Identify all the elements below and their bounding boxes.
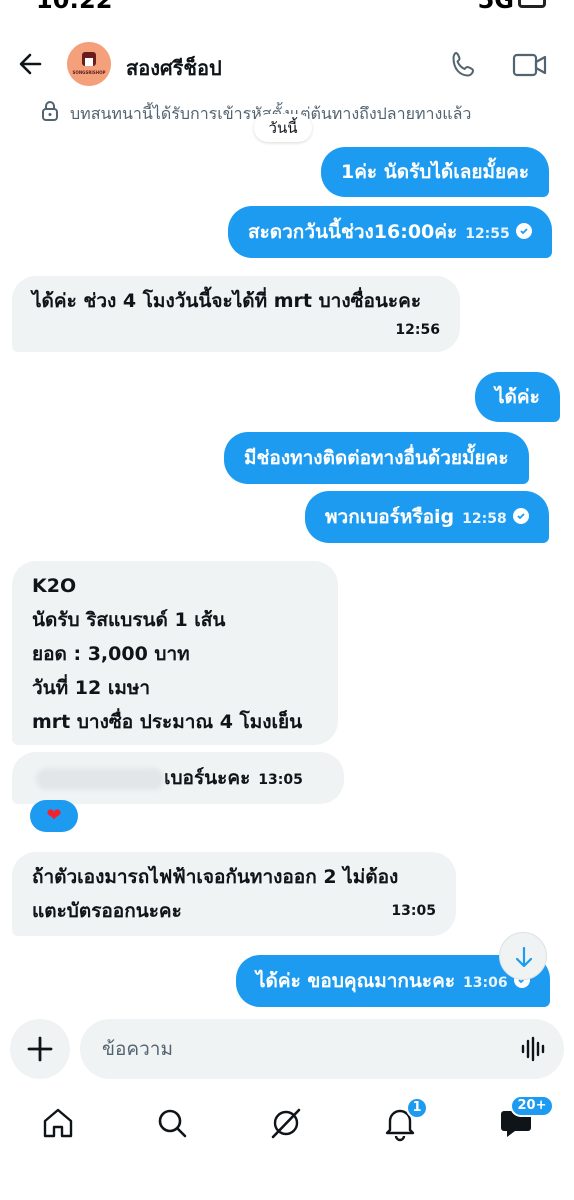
message-bubble-out[interactable]: มีช่องทางติดต่อทางอื่นด้วยมั้ยคะ [224,432,529,484]
date-separator: วันนี้ [254,114,312,142]
status-time: 10:22 [36,0,113,14]
message-time: 12:58 [462,511,507,527]
bottom-nav: 1 20+ [0,1095,574,1155]
compose-bar [0,1015,574,1085]
back-arrow-icon[interactable] [14,48,50,80]
message-text: ได้ค่ะ [495,386,540,408]
message-line: ยอด : 3,000 บาท [32,643,190,665]
message-input[interactable] [80,1019,564,1079]
phone-icon[interactable] [447,48,481,82]
message-bubble-in[interactable]: ได้ค่ะ ช่วง 4 โมงวันนี้จะได้ที่ mrt บางซ… [12,276,460,352]
message-text: พวกเบอร์หรือig [325,506,455,528]
messages-icon[interactable]: 20+ [496,1095,554,1143]
avatar[interactable]: SONGSRISHOP [67,42,111,86]
message-text: ได้ค่ะ ขอบคุณมากนะคะ [256,970,456,992]
plus-icon [27,1036,53,1062]
message-bubble-in[interactable]: เบอร์นะคะ 13:05 [12,752,344,804]
messages-badge: 20+ [510,1095,554,1117]
message-bubble-in[interactable]: ถ้าตัวเองมารถไฟฟ้าเจอกันทางออก 2 ไม่ต้อง… [12,852,456,936]
arrow-down-icon [515,946,533,968]
message-bubble-in[interactable]: K2O นัดรับ ริสแบรนด์ 1 เส้น ยอด : 3,000 … [12,561,338,745]
read-check-icon [512,507,529,524]
message-line: ถ้าตัวเองมารถไฟฟ้าเจอกันทางออก 2 ไม่ต้อง [32,866,399,888]
message-line: วันที่ 12 เมษา [32,677,151,699]
status-bar: 10:22 5G [0,0,574,16]
message-text: เบอร์นะคะ [164,767,251,789]
message-time: 12:56 [395,322,440,338]
heart-reaction-icon[interactable]: ❤ [30,800,78,832]
add-attachment-button[interactable] [10,1019,70,1079]
chat-header: SONGSRISHOP สองศรีช็อป [0,34,574,94]
message-bubble-out[interactable]: ได้ค่ะ [475,372,560,422]
video-call-icon[interactable] [512,50,548,80]
message-text: 1ค่ะ นัดรับได้เลยมั้ยคะ [341,161,530,183]
message-time: 13:05 [258,772,303,788]
search-icon[interactable] [152,1103,192,1143]
lock-icon [40,100,60,122]
battery-icon [518,0,546,8]
status-signal: 5G [477,0,514,14]
message-bubble-out[interactable]: พวกเบอร์หรือig 12:58 [305,491,549,543]
message-line: K2O [32,575,77,597]
voice-message-icon[interactable] [520,1035,548,1063]
read-check-icon [515,222,532,239]
message-line: นัดรับ ริสแบรนด์ 1 เส้น [32,609,226,631]
chat-title[interactable]: สองศรีช็อป [126,52,222,84]
message-line: แตะบัตรออกนะคะ [32,900,182,922]
avatar-logo-text: SONGSRISHOP [73,70,106,75]
message-text: ได้ค่ะ ช่วง 4 โมงวันนี้จะได้ที่ mrt บางซ… [32,290,422,312]
message-line: mrt บางซื่อ ประมาณ 4 โมงเย็น [32,711,303,733]
message-bubble-out[interactable]: 1ค่ะ นัดรับได้เลยมั้ยคะ [321,147,550,197]
grok-icon[interactable] [266,1103,306,1143]
message-text: มีช่องทางติดต่อทางอื่นด้วยมั้ยคะ [244,447,509,469]
redacted-text [36,767,164,790]
notifications-bell-icon[interactable]: 1 [380,1097,428,1143]
scroll-down-button[interactable] [499,932,547,980]
message-time: 12:55 [465,226,510,242]
message-text: สะดวกวันนี้ช่วง16:00ค่ะ [248,221,458,243]
notifications-badge: 1 [406,1097,428,1119]
message-bubble-out[interactable]: สะดวกวันนี้ช่วง16:00ค่ะ 12:55 [228,206,552,258]
message-time: 13:05 [391,903,436,919]
home-icon[interactable] [38,1103,78,1143]
